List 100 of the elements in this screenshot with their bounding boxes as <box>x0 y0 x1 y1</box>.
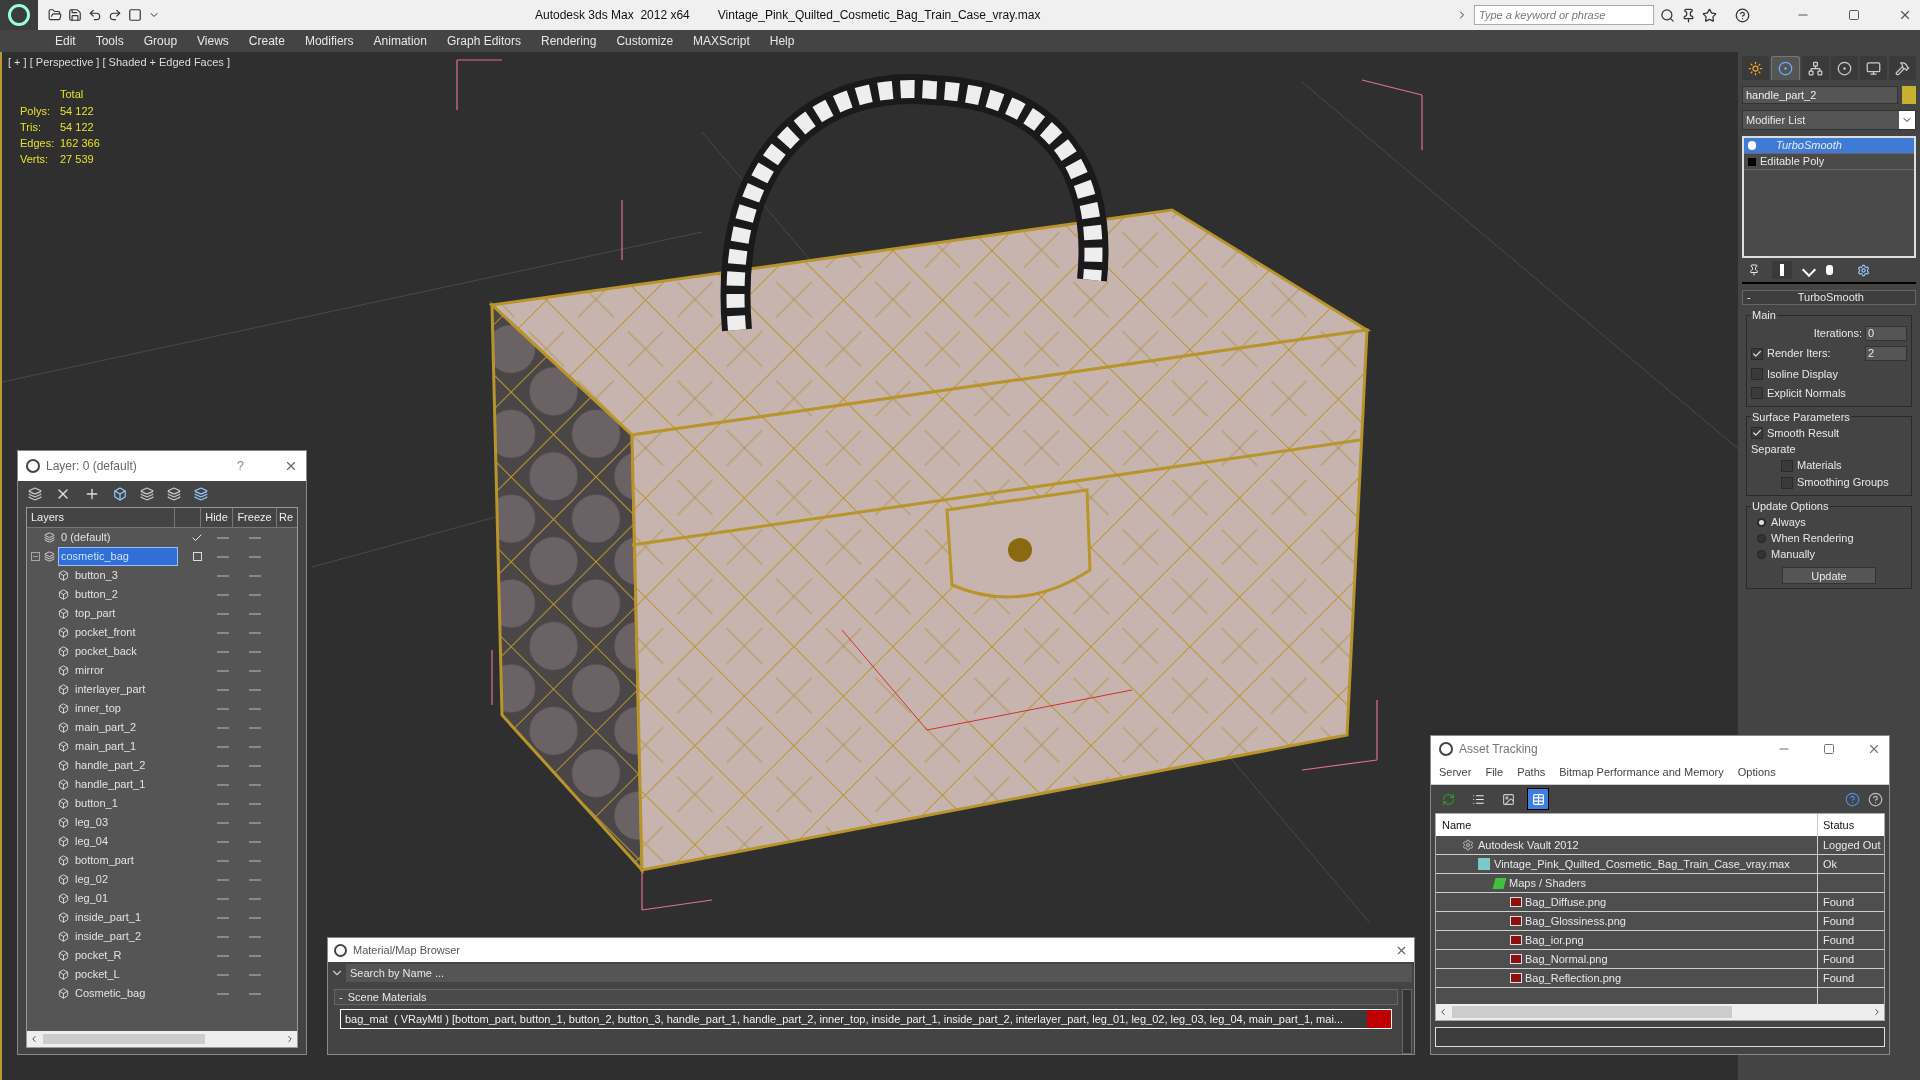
freeze-toggle[interactable] <box>249 650 261 653</box>
collapse-toggle[interactable]: - <box>339 988 343 1006</box>
column-header[interactable]: Layers <box>27 508 175 527</box>
chevron-right-icon[interactable] <box>1872 1007 1882 1017</box>
hide-toggle[interactable] <box>217 536 229 539</box>
asset-name[interactable]: Vintage_Pink_Quilted_Cosmetic_Bag_Train_Case_vray.max <box>1494 855 1790 873</box>
menu-item[interactable]: Group <box>143 32 178 50</box>
iterations-spinner[interactable]: 0 <box>1865 326 1907 341</box>
horizontal-scrollbar[interactable] <box>1436 1004 1884 1020</box>
freeze-toggle[interactable] <box>249 688 261 691</box>
freeze-toggle[interactable] <box>249 992 261 995</box>
help-settings-icon[interactable] <box>1868 791 1883 807</box>
table-button[interactable] <box>1527 788 1549 810</box>
radio-button[interactable] <box>1757 550 1766 559</box>
layer-name[interactable]: pocket_back <box>73 643 139 660</box>
freeze-toggle[interactable] <box>249 878 261 881</box>
rollout-header[interactable]: - TurboSmooth <box>1742 290 1916 305</box>
hide-toggle[interactable] <box>217 669 229 672</box>
hide-toggle[interactable] <box>217 897 229 900</box>
hide-toggle[interactable] <box>217 821 229 824</box>
menu-item[interactable]: Create <box>248 32 285 50</box>
maximize-icon[interactable] <box>1848 9 1860 21</box>
search-icon[interactable] <box>1660 7 1675 23</box>
collapse-toggle[interactable]: - <box>1747 289 1751 306</box>
section-header[interactable]: - Scene Materials <box>334 989 1398 1005</box>
menu-item[interactable]: File <box>1485 764 1504 781</box>
modify-tab[interactable] <box>1771 56 1800 80</box>
layer-name[interactable]: inside_part_2 <box>73 928 144 945</box>
undo-icon[interactable] <box>88 8 102 22</box>
hide-toggle[interactable] <box>217 992 229 995</box>
layer-name[interactable]: cosmetic_bag <box>59 548 177 565</box>
pin-stack-icon[interactable] <box>1748 264 1760 276</box>
menu-item[interactable]: Bitmap Performance and Memory <box>1559 764 1724 781</box>
freeze-toggle[interactable] <box>249 612 261 615</box>
layer-name[interactable]: inner_top <box>73 700 123 717</box>
layer-name[interactable]: leg_04 <box>73 833 111 850</box>
expand-icon[interactable] <box>1748 157 1756 166</box>
help-button[interactable]: ? <box>236 456 244 476</box>
hide-toggle[interactable] <box>217 802 229 805</box>
hide-toggle[interactable] <box>217 745 229 748</box>
menu-item[interactable]: Edit <box>55 32 76 50</box>
layer-name[interactable]: inside_part_1 <box>73 909 144 926</box>
layer-name[interactable]: pocket_front <box>73 624 138 641</box>
hide-toggle[interactable] <box>217 954 229 957</box>
hide-toggle[interactable] <box>217 764 229 767</box>
menu-item[interactable]: Views <box>197 32 229 50</box>
freeze-toggle[interactable] <box>249 897 261 900</box>
asset-name[interactable]: Bag_ior.png <box>1525 931 1584 949</box>
checkbox[interactable] <box>1781 476 1793 489</box>
stack-item[interactable]: Editable Poly <box>1744 154 1914 170</box>
configure-icon[interactable] <box>1857 263 1870 277</box>
layer-name[interactable]: pocket_R <box>73 947 124 964</box>
layer-name[interactable]: button_1 <box>73 795 120 812</box>
column-header[interactable]: Hide <box>201 508 233 527</box>
hide-toggle[interactable] <box>217 878 229 881</box>
layer-name[interactable]: main_part_2 <box>73 719 139 736</box>
hide-toggle[interactable] <box>217 935 229 938</box>
checkbox[interactable] <box>1751 427 1763 439</box>
layer-name[interactable]: handle_part_2 <box>73 757 148 774</box>
menu-item[interactable]: Graph Editors <box>446 32 521 50</box>
open-icon[interactable] <box>48 8 62 22</box>
search-field[interactable]: Type a keyword or phrase <box>1474 5 1654 25</box>
material-item[interactable]: bag_mat ( VRayMtl ) [bottom_part, button_1, button_2, button_3, handle_part_1, handle_part_2, inner_top, inside_part_1, inside_part_2, interlayer_part, leg_01, leg_02, leg_03, leg_04, main_part_1, mai... <box>340 1009 1392 1029</box>
save-icon[interactable] <box>68 8 82 22</box>
hide-toggle[interactable] <box>217 707 229 710</box>
highlight-layer-icon[interactable] <box>167 487 181 501</box>
layer-name[interactable]: Cosmetic_bag <box>73 985 148 1002</box>
vertical-scrollbar[interactable] <box>1402 989 1412 1054</box>
freeze-toggle[interactable] <box>249 821 261 824</box>
column-header[interactable]: Name <box>1436 814 1818 836</box>
freeze-toggle[interactable] <box>249 593 261 596</box>
layer-name[interactable]: pocket_L <box>73 966 122 983</box>
add-icon[interactable] <box>84 486 100 502</box>
freeze-toggle[interactable] <box>249 745 261 748</box>
freeze-toggle[interactable] <box>249 973 261 976</box>
asset-name[interactable]: Bag_Glossiness.png <box>1525 912 1626 930</box>
menu-item[interactable]: Server <box>1439 764 1472 781</box>
freeze-toggle[interactable] <box>249 840 261 843</box>
star-icon[interactable] <box>1702 7 1717 23</box>
modifier-list-dropdown[interactable]: Modifier List <box>1742 110 1916 130</box>
hierarchy-tab[interactable] <box>1802 56 1829 80</box>
hide-toggle[interactable] <box>217 916 229 919</box>
object-color-swatch[interactable] <box>1902 86 1916 104</box>
chevron-left-icon[interactable] <box>29 1034 39 1044</box>
hide-toggle[interactable] <box>217 612 229 615</box>
search-field[interactable]: Search by Name ... <box>346 964 1412 982</box>
layer-name[interactable]: button_2 <box>73 586 120 603</box>
column-header[interactable]: Status <box>1818 814 1884 836</box>
menu-item[interactable]: Help <box>769 32 795 50</box>
display-tab[interactable] <box>1860 56 1887 80</box>
close-icon[interactable] <box>1898 8 1912 22</box>
select-layer-icon[interactable] <box>140 487 154 501</box>
help-icon[interactable] <box>1735 7 1750 23</box>
freeze-toggle[interactable] <box>249 783 261 786</box>
hide-toggle[interactable] <box>217 650 229 653</box>
checkbox[interactable] <box>1751 387 1763 399</box>
hide-toggle[interactable] <box>217 574 229 577</box>
freeze-toggle[interactable] <box>249 916 261 919</box>
project-icon[interactable] <box>128 8 142 22</box>
layer-name[interactable]: bottom_part <box>73 852 136 869</box>
